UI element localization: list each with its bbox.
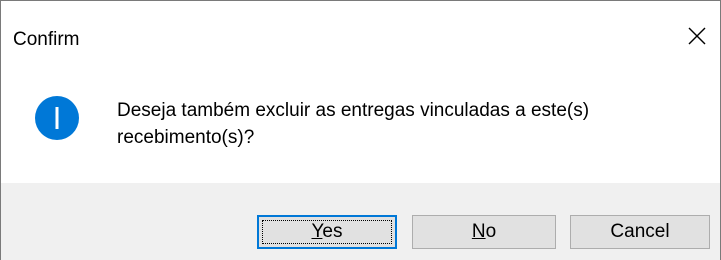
- dialog-title: Confirm: [13, 29, 80, 50]
- info-icon: [35, 96, 79, 140]
- close-icon: [688, 27, 706, 45]
- cancel-button-label: Cancel: [610, 221, 670, 242]
- yes-button-label: Yes: [311, 221, 342, 243]
- title-bar: Confirm: [1, 1, 720, 79]
- yes-accelerator: Y: [311, 221, 323, 242]
- close-button[interactable]: [674, 13, 720, 59]
- yes-button[interactable]: Yes: [257, 215, 397, 249]
- no-accelerator: N: [471, 221, 486, 242]
- dialog-content: Deseja também excluir as entregas vincul…: [1, 79, 720, 183]
- confirm-dialog: Confirm Deseja também excluir as entrega…: [0, 0, 721, 260]
- cancel-button[interactable]: Cancel: [570, 215, 710, 249]
- no-button[interactable]: No: [412, 215, 556, 249]
- dialog-message: Deseja também excluir as entregas vincul…: [117, 100, 590, 148]
- no-button-label: No: [472, 221, 496, 243]
- yes-label-rest: es: [322, 221, 343, 242]
- no-label-rest: o: [485, 221, 497, 242]
- button-bar: Yes No Cancel: [1, 183, 720, 260]
